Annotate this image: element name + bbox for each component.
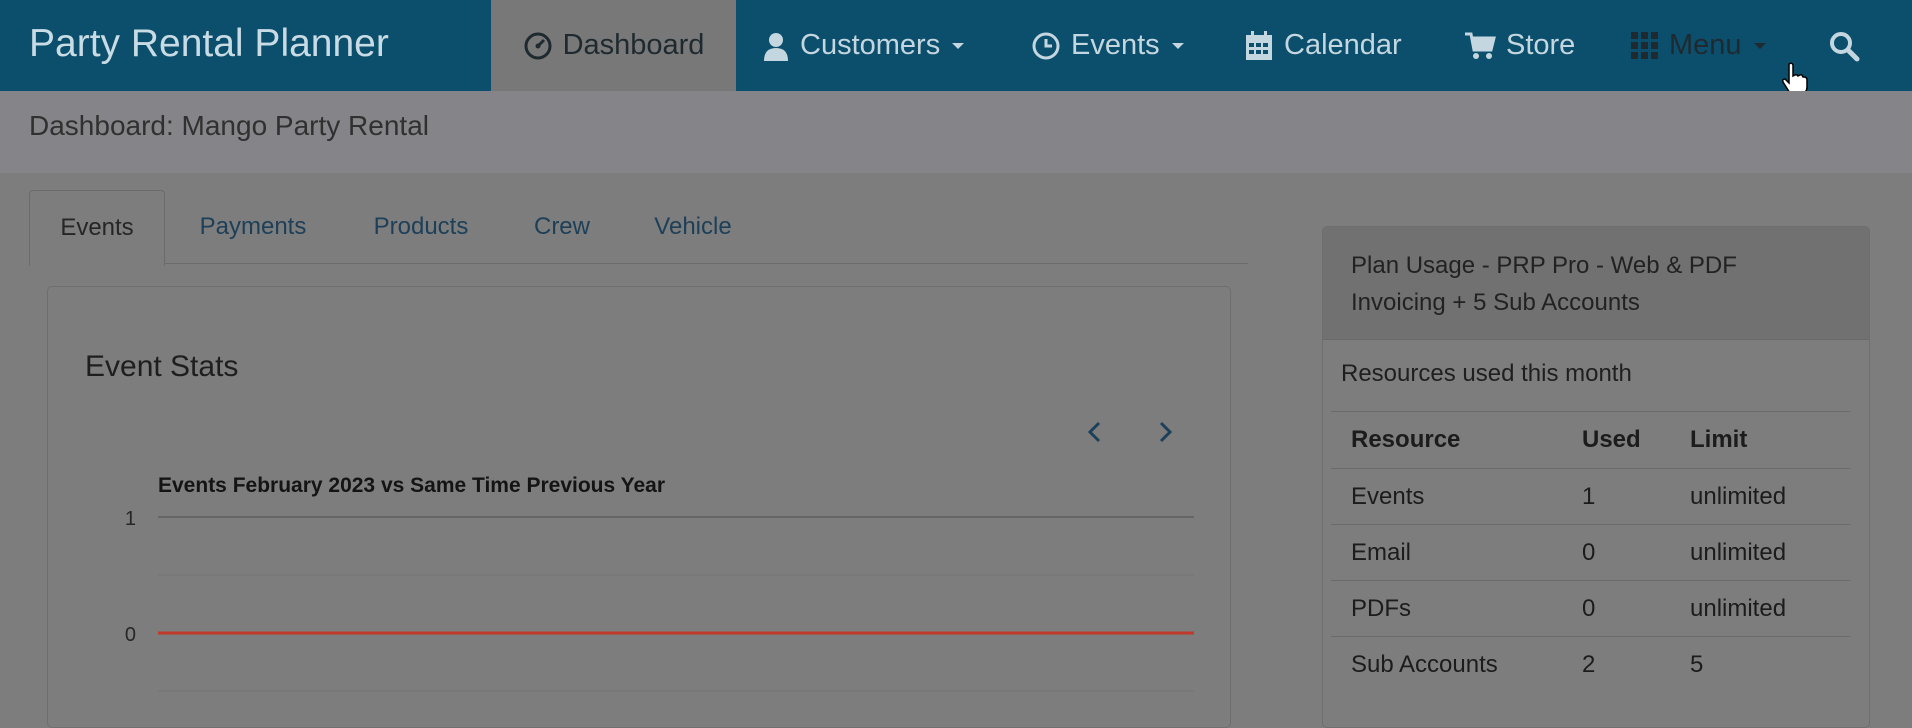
nav-menu[interactable]: Menu (1631, 0, 1766, 91)
nav-store[interactable]: Store (1464, 0, 1575, 91)
limit-cell: unlimited (1670, 580, 1850, 637)
nav-events-label: Events (1071, 29, 1160, 61)
tab-events[interactable]: Events (29, 190, 165, 266)
tabs-divider (29, 263, 1248, 264)
column-header: Used (1562, 411, 1670, 469)
nav-store-label: Store (1506, 29, 1576, 61)
resource-cell: PDFs (1331, 580, 1562, 637)
limit-cell: unlimited (1670, 524, 1850, 581)
nav-menu-label: Menu (1669, 29, 1742, 61)
chevron-down-icon (952, 42, 965, 49)
cart-icon (1464, 31, 1496, 61)
tab-products[interactable]: Products (356, 190, 486, 263)
plan-usage-header: Plan Usage - PRP Pro - Web & PDF Invoici… (1323, 227, 1869, 340)
tab-vehicle[interactable]: Vehicle (638, 190, 748, 263)
tab-crew[interactable]: Crew (522, 190, 602, 263)
nav-dashboard-label: Dashboard (562, 29, 705, 61)
limit-cell: unlimited (1670, 468, 1850, 525)
nav-calendar-label: Calendar (1284, 29, 1402, 61)
table-row: Events 1 unlimited (1331, 468, 1850, 525)
usage-table-header: Resource Used Limit (1331, 411, 1850, 469)
nav-search-button[interactable] (1828, 0, 1860, 91)
used-cell: 0 (1562, 580, 1670, 637)
nav-customers-label: Customers (800, 29, 941, 61)
y-tick-label: 0 (125, 624, 136, 646)
grid-icon (1631, 31, 1659, 60)
brand-title[interactable]: Party Rental Planner (29, 0, 389, 91)
chevron-right-icon[interactable] (1151, 418, 1179, 446)
chevron-down-icon (1753, 42, 1766, 49)
clock-icon (1031, 31, 1061, 61)
plan-usage-subtitle: Resources used this month (1341, 360, 1632, 387)
dashboard-gauge-icon (523, 31, 553, 61)
used-cell: 2 (1562, 636, 1670, 692)
y-tick-label: 1 (125, 508, 136, 530)
used-cell: 0 (1562, 524, 1670, 581)
table-row: Email 0 unlimited (1331, 524, 1850, 581)
resource-cell: Sub Accounts (1331, 636, 1562, 692)
table-row: PDFs 0 unlimited (1331, 580, 1850, 637)
page-title: Dashboard: Mango Party Rental (29, 110, 429, 141)
table-row: Sub Accounts 2 5 (1331, 636, 1850, 692)
user-icon (762, 31, 790, 61)
column-header: Limit (1670, 411, 1850, 469)
chevron-left-icon[interactable] (1081, 418, 1109, 446)
calendar-icon (1244, 30, 1274, 62)
event-stats-chart: 1 0 (125, 508, 1194, 692)
top-navbar: Party Rental Planner Dashboard Customers… (0, 0, 1912, 95)
resource-cell: Events (1331, 468, 1562, 525)
nav-customers[interactable]: Customers (762, 0, 965, 91)
nav-events[interactable]: Events (1031, 0, 1184, 91)
chevron-down-icon (1171, 42, 1184, 49)
column-header: Resource (1331, 411, 1562, 469)
limit-cell: 5 (1670, 636, 1850, 692)
nav-calendar[interactable]: Calendar (1244, 0, 1402, 91)
used-cell: 1 (1562, 468, 1670, 525)
event-stats-title: Event Stats (85, 350, 239, 383)
nav-dashboard[interactable]: Dashboard (491, 0, 736, 91)
page-header: Dashboard: Mango Party Rental (0, 91, 1912, 173)
plan-usage-title: Plan Usage - PRP Pro - Web & PDF Invoici… (1351, 252, 1737, 316)
resource-cell: Email (1331, 524, 1562, 581)
tab-payments[interactable]: Payments (186, 190, 320, 263)
usage-table: Resource Used Limit Events 1 unlimited E… (1331, 411, 1850, 692)
search-icon (1828, 30, 1860, 62)
